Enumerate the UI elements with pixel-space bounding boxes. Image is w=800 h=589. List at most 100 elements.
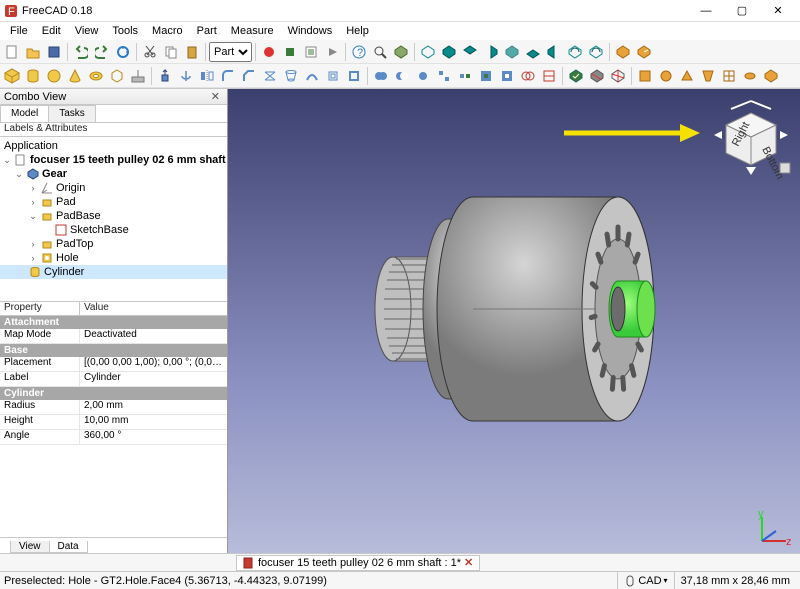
- face-icon4[interactable]: [698, 66, 718, 86]
- drawstyle-icon[interactable]: [391, 42, 411, 62]
- mirror-icon[interactable]: [197, 66, 217, 86]
- prop-placement[interactable]: Placement[(0,00 0,00 1,00); 0,00 °; (0,0…: [0, 357, 227, 372]
- maximize-button[interactable]: ▢: [724, 1, 760, 21]
- tree-doc: ⌄focuser 15 teeth pulley 02 6 mm shaft: [0, 153, 227, 167]
- ruled-icon[interactable]: [260, 66, 280, 86]
- 3d-viewport[interactable]: Right Bottom y z: [228, 89, 800, 553]
- workbench-selector[interactable]: Part: [209, 42, 252, 62]
- prop-height[interactable]: Height10,00 mm: [0, 415, 227, 430]
- extrude-icon[interactable]: [155, 66, 175, 86]
- menu-help[interactable]: Help: [340, 24, 375, 38]
- status-navstyle[interactable]: CAD▾: [617, 572, 673, 589]
- cut-icon[interactable]: [140, 42, 160, 62]
- menu-measure[interactable]: Measure: [225, 24, 280, 38]
- group-base: Base: [0, 344, 227, 357]
- cross-icon[interactable]: [608, 66, 628, 86]
- prop-radius[interactable]: Radius2,00 mm: [0, 400, 227, 415]
- doc-close-icon[interactable]: ✕: [464, 556, 473, 569]
- view-rotright-icon[interactable]: [586, 42, 606, 62]
- prop-label[interactable]: LabelCylinder: [0, 372, 227, 387]
- macro-list-icon[interactable]: [301, 42, 321, 62]
- view-iso-icon[interactable]: [418, 42, 438, 62]
- view-left-icon[interactable]: [544, 42, 564, 62]
- slice-icon[interactable]: [539, 66, 559, 86]
- loft-icon[interactable]: [281, 66, 301, 86]
- view-rear-icon[interactable]: [502, 42, 522, 62]
- boolfrag-icon[interactable]: [518, 66, 538, 86]
- view-top-icon[interactable]: [460, 42, 480, 62]
- connect-icon[interactable]: [455, 66, 475, 86]
- checkgeom-icon[interactable]: [566, 66, 586, 86]
- menu-edit[interactable]: Edit: [36, 24, 67, 38]
- section-icon[interactable]: [587, 66, 607, 86]
- compound-icon[interactable]: [434, 66, 454, 86]
- copy-icon[interactable]: [161, 42, 181, 62]
- menu-file[interactable]: File: [4, 24, 34, 38]
- menu-macro[interactable]: Macro: [146, 24, 189, 38]
- run-macro-icon[interactable]: [322, 42, 342, 62]
- sweep-icon[interactable]: [302, 66, 322, 86]
- menu-tools[interactable]: Tools: [106, 24, 144, 38]
- save-file-icon[interactable]: [44, 42, 64, 62]
- prop-mapmode[interactable]: Map ModeDeactivated: [0, 329, 227, 344]
- view-right-icon[interactable]: [481, 42, 501, 62]
- status-preselect: Preselected: Hole - GT2.Hole.Face4 (5.36…: [4, 575, 327, 587]
- tab-model[interactable]: Model: [0, 105, 49, 122]
- cut-bool-icon[interactable]: [392, 66, 412, 86]
- part-prism-icon[interactable]: [107, 66, 127, 86]
- tree-application: Application: [0, 139, 227, 153]
- view-rotleft-icon[interactable]: [565, 42, 585, 62]
- navigation-cube[interactable]: Right Bottom: [708, 95, 794, 181]
- part-builder-icon[interactable]: [128, 66, 148, 86]
- prop-angle[interactable]: Angle360,00 °: [0, 430, 227, 445]
- union-icon[interactable]: [371, 66, 391, 86]
- tree-pad: ›Pad: [0, 195, 227, 209]
- view-bottom-icon[interactable]: [523, 42, 543, 62]
- thickness-icon[interactable]: [344, 66, 364, 86]
- tab-data[interactable]: Data: [49, 541, 88, 553]
- part-torus-icon[interactable]: [86, 66, 106, 86]
- zoom-icon[interactable]: [370, 42, 390, 62]
- tab-tasks[interactable]: Tasks: [48, 105, 96, 122]
- tab-view[interactable]: View: [10, 541, 50, 553]
- model-tree[interactable]: Application ⌄focuser 15 teeth pulley 02 …: [0, 137, 227, 301]
- face-icon1[interactable]: [635, 66, 655, 86]
- view-front-icon[interactable]: [439, 42, 459, 62]
- measure-angle-icon[interactable]: [634, 42, 654, 62]
- close-button[interactable]: ✕: [760, 1, 796, 21]
- refresh-icon[interactable]: [113, 42, 133, 62]
- intersect-icon[interactable]: [413, 66, 433, 86]
- open-file-icon[interactable]: [23, 42, 43, 62]
- menu-part[interactable]: Part: [191, 24, 223, 38]
- whatsthis-icon[interactable]: ?: [349, 42, 369, 62]
- record-macro-icon[interactable]: [259, 42, 279, 62]
- menu-view[interactable]: View: [69, 24, 105, 38]
- face-icon7[interactable]: [761, 66, 781, 86]
- face-icon6[interactable]: [740, 66, 760, 86]
- chamfer-icon[interactable]: [239, 66, 259, 86]
- fillet-icon[interactable]: [218, 66, 238, 86]
- part-sphere-icon[interactable]: [44, 66, 64, 86]
- part-cube-icon[interactable]: [2, 66, 22, 86]
- group-cylinder: Cylinder: [0, 387, 227, 400]
- measure-linear-icon[interactable]: [613, 42, 633, 62]
- part-cone-icon[interactable]: [65, 66, 85, 86]
- face-icon2[interactable]: [656, 66, 676, 86]
- embed-icon[interactable]: [476, 66, 496, 86]
- offset-icon[interactable]: [323, 66, 343, 86]
- paste-icon[interactable]: [182, 42, 202, 62]
- stop-macro-icon[interactable]: [280, 42, 300, 62]
- redo-icon[interactable]: [92, 42, 112, 62]
- combo-close-icon[interactable]: ✕: [208, 90, 223, 103]
- part-cylinder-icon[interactable]: [23, 66, 43, 86]
- minimize-button[interactable]: —: [688, 1, 724, 21]
- revolve-icon[interactable]: [176, 66, 196, 86]
- combo-title: Combo View: [4, 91, 66, 103]
- face-icon3[interactable]: [677, 66, 697, 86]
- doc-tab[interactable]: focuser 15 teeth pulley 02 6 mm shaft : …: [236, 555, 480, 571]
- new-file-icon[interactable]: [2, 42, 22, 62]
- cutout-icon[interactable]: [497, 66, 517, 86]
- undo-icon[interactable]: [71, 42, 91, 62]
- face-icon5[interactable]: [719, 66, 739, 86]
- menu-windows[interactable]: Windows: [282, 24, 339, 38]
